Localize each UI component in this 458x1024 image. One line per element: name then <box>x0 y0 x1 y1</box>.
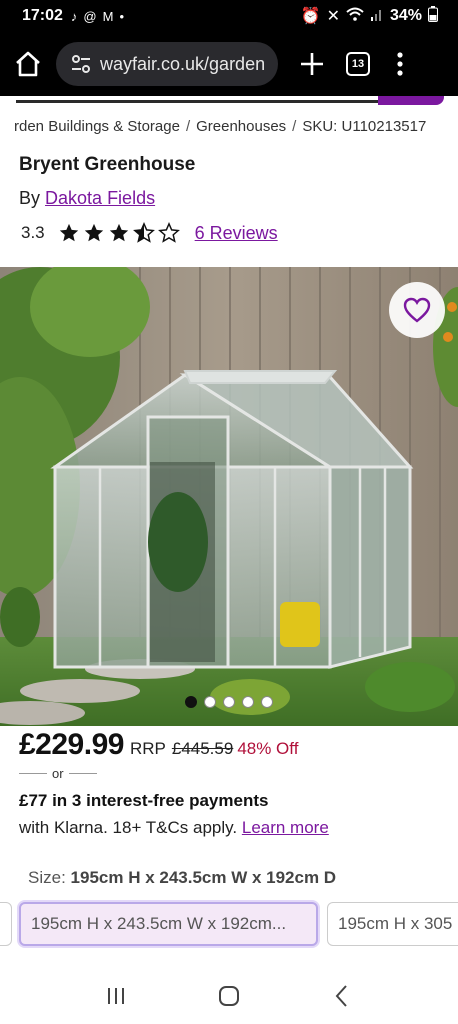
brand-link[interactable]: Dakota Fields <box>45 188 155 208</box>
more-menu-icon[interactable] <box>390 50 410 78</box>
gallery-pagination <box>0 696 458 708</box>
divider-line <box>19 773 47 774</box>
breadcrumb-separator: / <box>292 118 297 135</box>
size-option-next[interactable]: 195cm H x 305 <box>327 902 458 946</box>
size-label: Size: 195cm H x 243.5cm W x 192cm D <box>28 868 336 888</box>
star-full-icon <box>59 223 78 242</box>
status-bar: 17:02 ♪ @ M • ⏰ ✕ 34% <box>0 0 458 32</box>
gallery-dot[interactable] <box>204 696 216 708</box>
battery-icon <box>428 5 438 27</box>
greenhouse-photo <box>0 267 458 726</box>
product-image[interactable] <box>0 267 458 726</box>
divider-line <box>68 773 97 774</box>
learn-more-link[interactable]: Learn more <box>242 818 329 837</box>
gallery-dot[interactable] <box>242 696 254 708</box>
recent-apps-icon[interactable] <box>103 983 129 1009</box>
tiktok-icon: ♪ <box>70 8 78 24</box>
star-empty-icon <box>157 222 180 243</box>
address-bar[interactable]: wayfair.co.uk/garden <box>56 42 278 86</box>
klarna-terms: with Klarna. 18+ T&Cs apply. Learn more <box>19 818 329 838</box>
favorite-button[interactable] <box>389 282 445 338</box>
breadcrumb-sku: SKU: U110213517 <box>302 118 427 135</box>
brand-by-label: By <box>19 188 41 208</box>
star-half-icon <box>132 222 155 243</box>
gallery-dot[interactable] <box>185 696 197 708</box>
home-icon[interactable] <box>12 48 44 80</box>
reviews-link[interactable]: 6 Reviews <box>195 223 278 244</box>
alarm-icon: ⏰ <box>300 8 321 25</box>
breadcrumb-item-buildings[interactable]: rden Buildings & Storage <box>14 118 180 135</box>
site-settings-icon[interactable] <box>70 53 92 75</box>
mute-icon: ✕ <box>326 8 340 25</box>
new-tab-icon[interactable] <box>298 50 326 78</box>
discount-badge: 48% Off <box>237 739 299 758</box>
gallery-dot[interactable] <box>261 696 273 708</box>
rating-row: 3.3 6 Reviews <box>21 222 278 244</box>
rating-value: 3.3 <box>21 223 45 242</box>
product-title: Bryent Greenhouse <box>19 154 196 175</box>
or-divider: or <box>19 766 97 781</box>
breadcrumb-item-greenhouses[interactable]: Greenhouses <box>196 118 286 135</box>
gmail-icon: M <box>102 8 114 24</box>
home-nav-icon[interactable] <box>216 983 242 1009</box>
rrp-label: RRP <box>129 739 166 758</box>
size-label-text: Size: <box>28 868 66 887</box>
breadcrumb-separator: / <box>185 118 191 135</box>
size-selected-value: 195cm H x 243.5cm W x 192cm D <box>70 868 337 887</box>
star-full-icon <box>84 223 103 242</box>
search-button-edge[interactable] <box>378 96 444 105</box>
notification-icons: ♪ @ M • <box>71 9 124 24</box>
or-text: or <box>52 766 64 781</box>
rrp-price: £445.59 <box>171 739 234 758</box>
star-rating <box>57 222 181 244</box>
size-option-previous[interactable] <box>0 902 12 946</box>
size-option-selected[interactable]: 195cm H x 243.5cm W x 192cm... <box>19 902 318 946</box>
tab-switcher-button[interactable]: 13 <box>346 52 370 76</box>
system-nav-bar <box>0 968 458 1024</box>
breadcrumb: rden Buildings & Storage / Greenhouses / SKU… <box>14 118 454 135</box>
clock: 17:02 <box>22 7 63 24</box>
search-input-edge[interactable] <box>16 100 380 103</box>
dot-icon: • <box>119 8 125 24</box>
gallery-dot[interactable] <box>223 696 235 708</box>
signal-icon <box>370 7 384 26</box>
installment-offer: £77 in 3 interest-free payments <box>19 791 269 810</box>
back-icon[interactable] <box>329 983 355 1009</box>
star-full-icon <box>109 223 128 242</box>
url-text: wayfair.co.uk/garden <box>100 53 266 74</box>
browser-toolbar: wayfair.co.uk/garden 13 <box>0 32 458 96</box>
heart-icon <box>403 297 431 323</box>
search-bar-edge <box>0 96 458 106</box>
wifi-icon <box>346 7 364 26</box>
klarna-text: with Klarna. 18+ T&Cs apply. <box>19 818 238 837</box>
sale-price: £229.99 <box>19 728 124 761</box>
threads-icon: @ <box>83 8 97 24</box>
battery-percent: 34% <box>389 7 422 24</box>
product-brand: By Dakota Fields <box>19 188 155 209</box>
price-row: £229.99 RRP £445.59 48% Off <box>19 728 298 762</box>
